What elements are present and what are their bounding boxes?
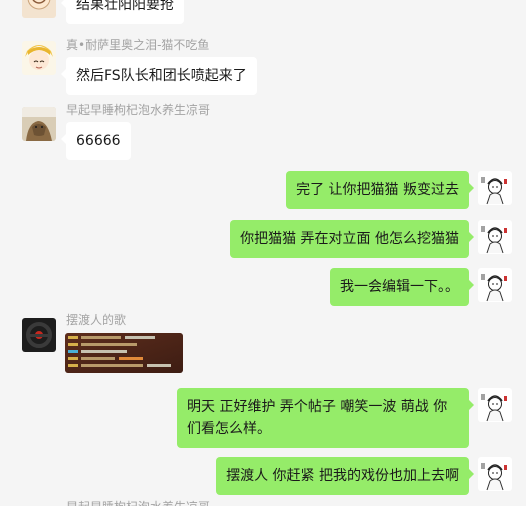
ink-sketch-avatar[interactable] [478,171,512,205]
cartoon-face-avatar[interactable] [22,0,56,18]
game-chat-screenshot[interactable] [65,333,183,373]
message-bubble[interactable]: 完了 让你把猫猫 叛变过去 [286,171,474,209]
sender-name: 真•耐萨里奥之泪-猫不吃鱼 [66,38,210,52]
steering-wheel-avatar[interactable] [22,318,56,352]
message-bubble[interactable]: 然后FS队长和团长喷起来了 [61,57,257,95]
sender-name: 早起早睡枸杞泡水养生凉哥 [66,103,211,117]
message-bubble[interactable]: 明天 正好维护 弄个帖子 嘲笑一波 萌战 你们看怎么样。 [177,388,474,448]
ink-sketch-avatar[interactable] [478,220,512,254]
message-bubble[interactable]: 你把猫猫 弄在对立面 他怎么挖猫猫 [230,220,474,258]
sender-name: 摆渡人的歌 [66,313,127,327]
message-bubble[interactable]: 我一会编辑一下。。 [330,268,474,306]
ink-sketch-avatar[interactable] [478,268,512,302]
blond-anime-avatar[interactable] [22,41,56,75]
sender-name: 早起早睡枸杞泡水养生凉哥 [66,500,210,506]
ink-sketch-avatar[interactable] [478,388,512,422]
message-bubble[interactable]: 结果壮阳阳要抢 [61,0,184,24]
message-bubble[interactable]: 66666 [61,122,131,160]
dog-photo-avatar[interactable] [22,107,56,141]
message-bubble[interactable]: 摆渡人 你赶紧 把我的戏份也加上去啊 [216,457,474,495]
ink-sketch-avatar[interactable] [478,457,512,491]
